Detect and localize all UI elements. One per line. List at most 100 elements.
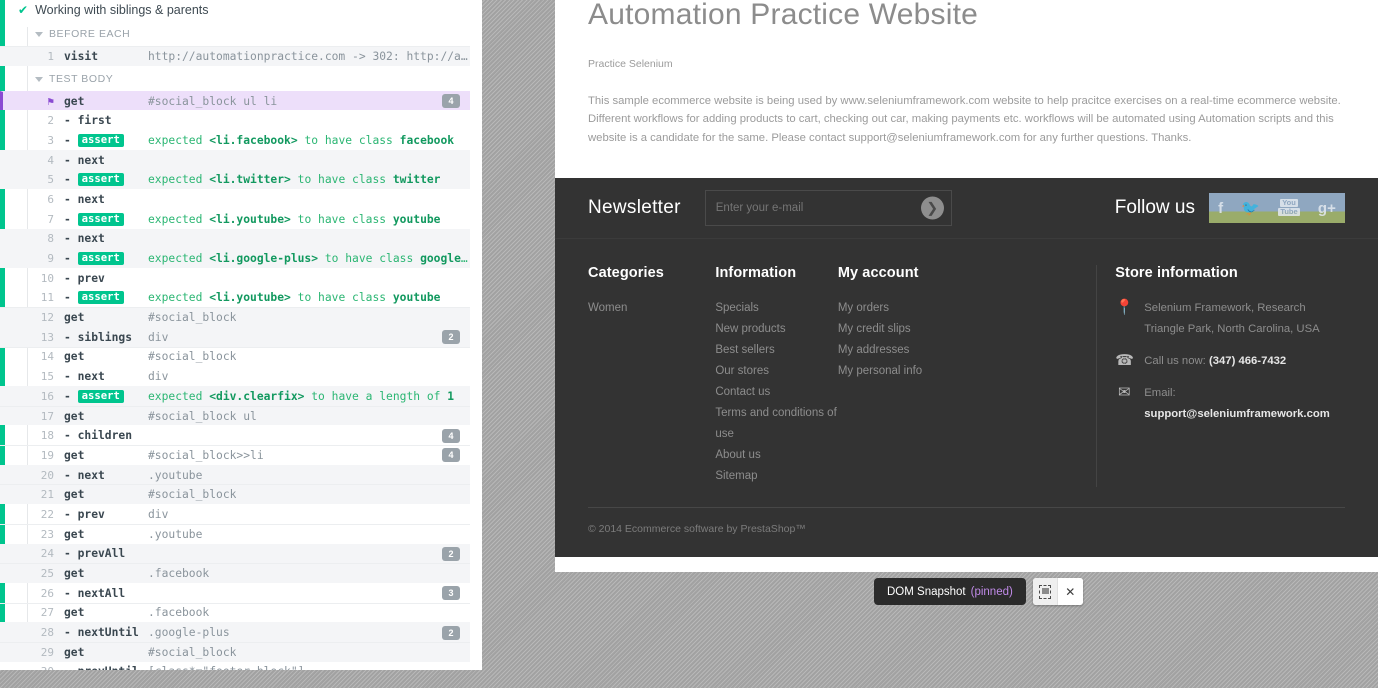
page-subtitle: Practice Selenium: [588, 58, 1345, 70]
footer-link-item[interactable]: My personal info: [838, 361, 1096, 382]
social-icon-strip[interactable]: f 🐦 YouTube g+: [1209, 193, 1345, 223]
command-log-row[interactable]: 21get#social_block: [0, 484, 470, 504]
facebook-icon[interactable]: f: [1218, 200, 1223, 217]
command-log-row[interactable]: 25get.facebook: [0, 563, 470, 583]
command-log-row[interactable]: 1visithttp://automationpractice.com -> 3…: [0, 46, 470, 66]
command-method: get: [64, 350, 146, 363]
footer-column-my-account: My account My orders My credit slips My ad…: [838, 265, 1096, 487]
hook-header-test-body[interactable]: TEST BODY: [0, 66, 470, 91]
footer-link-item[interactable]: About us: [715, 445, 838, 466]
command-method: get: [64, 528, 146, 541]
command-method: - siblings: [64, 331, 146, 344]
command-log-row[interactable]: ⚑get#social_block ul li4: [0, 91, 470, 111]
footer-link[interactable]: New products: [715, 323, 785, 335]
assert-tag: assert: [78, 213, 124, 226]
dom-snapshot-toolbar: DOM Snapshot (pinned) ✕: [874, 578, 1083, 605]
command-log-row[interactable]: 26- nextAll3: [0, 583, 470, 603]
command-log-row[interactable]: 22- prevdiv: [0, 504, 470, 524]
command-log-row[interactable]: 27get.facebook: [0, 603, 470, 623]
command-log-row[interactable]: 19get#social_block>>li4: [0, 445, 470, 465]
footer-link[interactable]: Women: [588, 302, 627, 314]
command-log-panel[interactable]: ✔ Working with siblings & parents BEFORE…: [0, 0, 482, 670]
footer-link-item[interactable]: New products: [715, 319, 838, 340]
newsletter-email-input[interactable]: [706, 202, 916, 214]
command-log-row[interactable]: 5- assertexpected <li.twitter> to have c…: [0, 169, 470, 189]
twitter-icon[interactable]: 🐦: [1241, 199, 1260, 217]
footer-heading: My account: [838, 265, 1096, 281]
command-log-row[interactable]: 2- first: [0, 110, 470, 130]
command-log-row[interactable]: 7- assertexpected <li.youtube> to have c…: [0, 209, 470, 229]
footer-link[interactable]: My addresses: [838, 344, 910, 356]
footer-link[interactable]: Contact us: [715, 386, 770, 398]
command-log-row[interactable]: 23get.youtube: [0, 524, 470, 544]
footer-link[interactable]: Terms and conditions of use: [715, 407, 836, 440]
command-log-row[interactable]: 15- nextdiv: [0, 366, 470, 386]
command-log-row[interactable]: 6- next: [0, 189, 470, 209]
store-email-address[interactable]: support@seleniumframework.com: [1144, 408, 1330, 420]
footer-link-item[interactable]: Contact us: [715, 382, 838, 403]
footer-link[interactable]: Sitemap: [715, 470, 757, 482]
command-result-count-badge: 2: [442, 547, 460, 561]
footer-link-item[interactable]: My orders: [838, 298, 1096, 319]
footer-link[interactable]: Our stores: [715, 365, 769, 377]
command-log-row[interactable]: 20- next.youtube: [0, 465, 470, 485]
footer-link-item[interactable]: Best sellers: [715, 340, 838, 361]
youtube-icon[interactable]: YouTube: [1278, 199, 1299, 217]
close-snapshot-button[interactable]: ✕: [1058, 578, 1083, 605]
command-log-row[interactable]: 30- prevUntil[class*="footer-block"]: [0, 662, 470, 670]
footer-link-item[interactable]: Terms and conditions of use: [715, 403, 838, 445]
google-plus-icon[interactable]: g+: [1318, 200, 1336, 217]
test-title-row[interactable]: ✔ Working with siblings & parents: [0, 0, 470, 21]
footer-link-item[interactable]: Our stores: [715, 361, 838, 382]
footer-link[interactable]: My orders: [838, 302, 889, 314]
command-log-row[interactable]: 11- assertexpected <li.youtube> to have …: [0, 288, 470, 308]
command-log-row[interactable]: 12get#social_block: [0, 307, 470, 327]
footer-link[interactable]: My personal info: [838, 365, 922, 377]
command-log-row[interactable]: 24- prevAll2: [0, 544, 470, 564]
footer-link-item[interactable]: Sitemap: [715, 466, 838, 487]
command-log-row[interactable]: 13- siblingsdiv2: [0, 327, 470, 347]
command-message: expected <li.youtube> to have class yout…: [148, 213, 440, 226]
store-phone-number[interactable]: (347) 466-7432: [1209, 355, 1286, 367]
command-message: expected <li.google-plus> to have class …: [148, 252, 470, 265]
command-method: - prev: [64, 508, 146, 521]
assert-tag: assert: [78, 173, 124, 186]
command-log-row[interactable]: 28- nextUntil.google-plus2: [0, 622, 470, 642]
command-message: #social_block: [148, 311, 236, 324]
pin-icon: ⚑: [30, 96, 54, 107]
footer-link[interactable]: Specials: [715, 302, 758, 314]
command-log-row[interactable]: 14get#social_block: [0, 347, 470, 367]
command-method: get: [64, 95, 146, 108]
footer-link-item[interactable]: Specials: [715, 298, 838, 319]
command-log-row[interactable]: 17get#social_block ul: [0, 406, 470, 426]
footer-link-item[interactable]: My credit slips: [838, 319, 1096, 340]
command-log-row[interactable]: 29get#social_block: [0, 642, 470, 662]
command-log-row[interactable]: 8- next: [0, 229, 470, 249]
footer-link[interactable]: About us: [715, 449, 760, 461]
hook-label: TEST BODY: [49, 73, 113, 85]
footer-link-item[interactable]: My addresses: [838, 340, 1096, 361]
command-log-row[interactable]: 4- next: [0, 150, 470, 170]
app-under-test-frame[interactable]: Automation Practice Website Practice Sel…: [555, 0, 1378, 572]
newsletter-row: Newsletter ❯ Follow us f 🐦 YouTube g+: [555, 178, 1378, 239]
command-log-row[interactable]: 10- prev: [0, 268, 470, 288]
command-number: 27: [30, 606, 54, 619]
command-method: get: [64, 646, 146, 659]
newsletter-input-wrap[interactable]: ❯: [705, 190, 952, 226]
page-header: Automation Practice Website Practice Sel…: [555, 0, 1378, 147]
command-log-row[interactable]: 3- assertexpected <li.facebook> to have …: [0, 130, 470, 150]
command-log-row[interactable]: 18- children4: [0, 425, 470, 445]
command-log-row[interactable]: 16- assertexpected <div.clearfix> to hav…: [0, 386, 470, 406]
footer-link-item[interactable]: Women: [588, 298, 715, 319]
store-email-line: ✉ Email: support@seleniumframework.com: [1115, 383, 1345, 425]
newsletter-submit-button[interactable]: ❯: [921, 197, 944, 220]
footer-link[interactable]: My credit slips: [838, 323, 911, 335]
command-log-row[interactable]: 9- assertexpected <li.google-plus> to ha…: [0, 248, 470, 268]
toggle-snapshot-button[interactable]: [1033, 578, 1058, 605]
footer-link[interactable]: Best sellers: [715, 344, 774, 356]
assert-tag: assert: [78, 252, 124, 265]
check-icon: ✔: [18, 4, 28, 16]
command-number: 14: [30, 350, 54, 363]
command-number: 18: [30, 429, 54, 442]
hook-header-before-each[interactable]: BEFORE EACH: [0, 21, 470, 46]
